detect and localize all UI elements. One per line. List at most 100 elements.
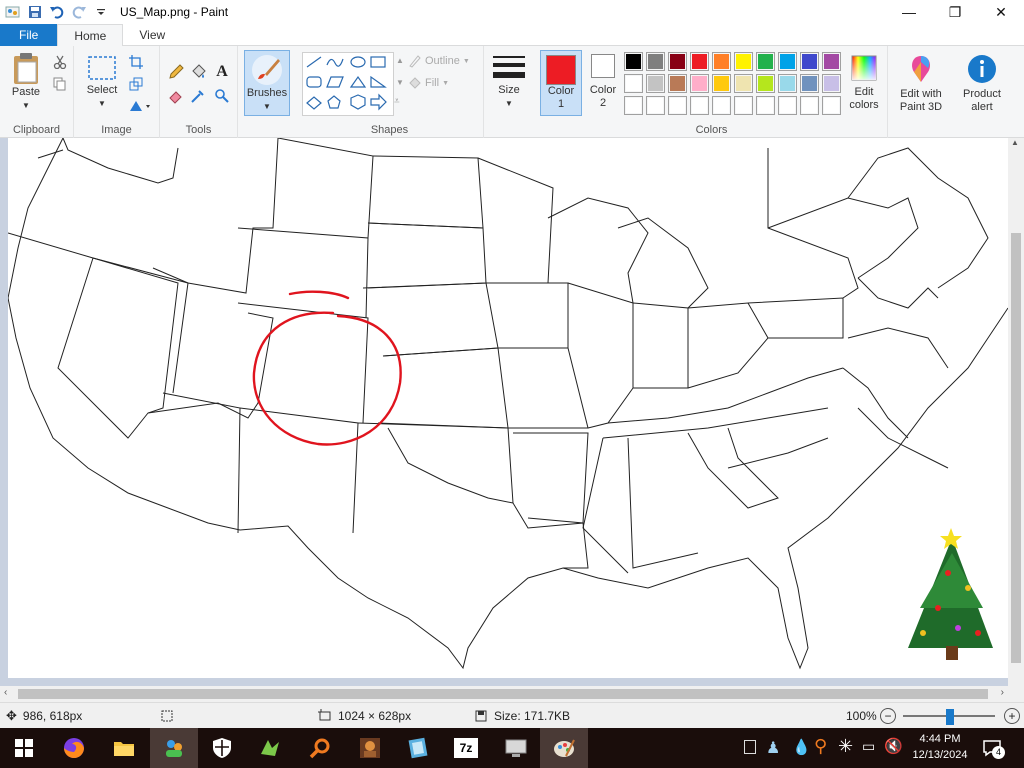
palette-swatch[interactable] xyxy=(800,52,819,71)
shapes-scroll-down-icon[interactable]: ▼ xyxy=(396,78,404,87)
palette-swatch[interactable] xyxy=(822,74,841,93)
start-button[interactable] xyxy=(0,728,48,768)
zoom-out-button[interactable]: − xyxy=(880,708,896,724)
close-button[interactable]: ✕ xyxy=(978,0,1024,24)
vertical-scrollbar[interactable]: ▲ xyxy=(1008,138,1024,686)
horizontal-scrollbar[interactable]: ‹ › xyxy=(0,686,1024,702)
zoom-in-button[interactable]: + xyxy=(1004,708,1020,724)
palette-swatch[interactable] xyxy=(646,52,665,71)
minimize-button[interactable]: — xyxy=(886,0,932,24)
taskbar-firefox[interactable] xyxy=(50,728,98,768)
palette-swatch[interactable] xyxy=(646,96,665,115)
brightness-icon[interactable]: ✳ xyxy=(838,736,853,757)
taskbar-app-active[interactable] xyxy=(150,728,198,768)
action-center-button[interactable]: 4 xyxy=(982,738,1005,761)
palette-swatch[interactable] xyxy=(668,52,687,71)
palette-swatch[interactable] xyxy=(778,96,797,115)
palette-swatch[interactable] xyxy=(712,74,731,93)
brushes-dropdown-icon[interactable]: ▼ xyxy=(263,100,271,113)
vertical-scroll-thumb[interactable] xyxy=(1011,233,1021,663)
color1-button[interactable]: Color 1 xyxy=(540,50,582,116)
tray-search-icon[interactable]: ⚲ xyxy=(814,736,827,757)
palette-swatch[interactable] xyxy=(756,74,775,93)
copy-icon[interactable] xyxy=(50,74,70,94)
taskbar-monitor-app[interactable] xyxy=(492,728,540,768)
size-button[interactable]: Size ▼ xyxy=(488,54,530,110)
crop-icon[interactable] xyxy=(126,52,146,72)
taskbar-search-app[interactable] xyxy=(296,728,344,768)
palette-swatch[interactable] xyxy=(690,96,709,115)
scroll-up-icon[interactable]: ▲ xyxy=(1011,138,1019,147)
palette-swatch[interactable] xyxy=(712,96,731,115)
undo-icon[interactable] xyxy=(46,1,68,23)
rotate-icon[interactable] xyxy=(126,96,154,116)
cut-icon[interactable] xyxy=(50,52,70,72)
fill-button[interactable]: Fill ▼ xyxy=(408,76,449,90)
palette-swatch[interactable] xyxy=(646,74,665,93)
maximize-button[interactable]: ❐ xyxy=(932,0,978,24)
save-icon[interactable] xyxy=(24,1,46,23)
color-picker-icon[interactable] xyxy=(188,86,208,106)
tab-home[interactable]: Home xyxy=(57,24,124,47)
palette-swatch[interactable] xyxy=(800,96,819,115)
palette-swatch[interactable] xyxy=(778,52,797,71)
palette-swatch[interactable] xyxy=(822,96,841,115)
palette-swatch[interactable] xyxy=(690,52,709,71)
magnifier-icon[interactable] xyxy=(212,86,232,106)
fill-bucket-icon[interactable] xyxy=(188,62,208,82)
taskbar-security[interactable] xyxy=(198,728,246,768)
scroll-right-icon[interactable]: › xyxy=(1001,687,1004,698)
taskbar-media-app[interactable] xyxy=(346,728,394,768)
palette-swatch[interactable] xyxy=(734,96,753,115)
palette-swatch[interactable] xyxy=(756,96,775,115)
palette-swatch[interactable] xyxy=(624,74,643,93)
taskbar-notes-app[interactable] xyxy=(394,728,442,768)
palette-swatch[interactable] xyxy=(734,52,753,71)
zoom-slider-thumb[interactable] xyxy=(946,709,954,725)
redo-icon[interactable] xyxy=(68,1,90,23)
outline-button[interactable]: Outline ▼ xyxy=(408,54,470,68)
edit-colors-button[interactable]: Edit colors xyxy=(846,54,882,112)
network-people-icon[interactable]: ♟ xyxy=(766,738,780,758)
color2-button[interactable]: Color 2 xyxy=(586,54,620,110)
palette-swatch[interactable] xyxy=(800,74,819,93)
droplet-icon[interactable]: 💧 xyxy=(792,738,811,756)
text-tool-icon[interactable]: A xyxy=(212,62,232,82)
network-icon[interactable]: ▭ xyxy=(862,738,875,755)
taskbar-7zip[interactable]: 7z xyxy=(442,728,490,768)
scroll-left-icon[interactable]: ‹ xyxy=(4,687,7,698)
palette-swatch[interactable] xyxy=(668,74,687,93)
palette-swatch[interactable] xyxy=(668,96,687,115)
shapes-more-icon[interactable]: ⩡ xyxy=(394,96,400,107)
tab-view[interactable]: View xyxy=(123,24,181,46)
paint-app-icon[interactable] xyxy=(2,1,24,23)
horizontal-scroll-thumb[interactable] xyxy=(18,689,988,699)
edit-with-paint3d-button[interactable]: Edit with Paint 3D xyxy=(892,54,950,114)
palette-swatch[interactable] xyxy=(690,74,709,93)
clock[interactable]: 4:44 PM 12/13/2024 xyxy=(906,731,974,763)
desktop-icon[interactable] xyxy=(744,740,756,754)
palette-swatch[interactable] xyxy=(712,52,731,71)
palette-swatch[interactable] xyxy=(624,52,643,71)
volume-muted-icon[interactable]: 🔇 xyxy=(884,737,903,755)
paste-button[interactable]: Paste ▼ xyxy=(6,52,46,112)
taskbar-file-explorer[interactable] xyxy=(100,728,148,768)
shapes-scroll-up-icon[interactable]: ▲ xyxy=(396,56,404,65)
palette-swatch[interactable] xyxy=(778,74,797,93)
pencil-icon[interactable] xyxy=(166,62,186,82)
product-alert-button[interactable]: Product alert xyxy=(956,54,1008,114)
resize-icon[interactable] xyxy=(126,74,146,94)
shapes-gallery[interactable] xyxy=(302,52,394,116)
customize-qat-icon[interactable] xyxy=(90,1,112,23)
palette-swatch[interactable] xyxy=(734,74,753,93)
eraser-icon[interactable] xyxy=(166,86,186,106)
palette-swatch[interactable] xyxy=(822,52,841,71)
tab-file[interactable]: File xyxy=(0,24,58,46)
paste-dropdown-icon[interactable]: ▼ xyxy=(22,99,30,112)
select-button[interactable]: Select ▼ xyxy=(82,52,122,110)
taskbar-app-bird[interactable] xyxy=(246,728,294,768)
select-dropdown-icon[interactable]: ▼ xyxy=(98,97,106,110)
palette-swatch[interactable] xyxy=(756,52,775,71)
drawing-canvas[interactable] xyxy=(8,138,1008,678)
taskbar-paint[interactable] xyxy=(540,728,588,768)
